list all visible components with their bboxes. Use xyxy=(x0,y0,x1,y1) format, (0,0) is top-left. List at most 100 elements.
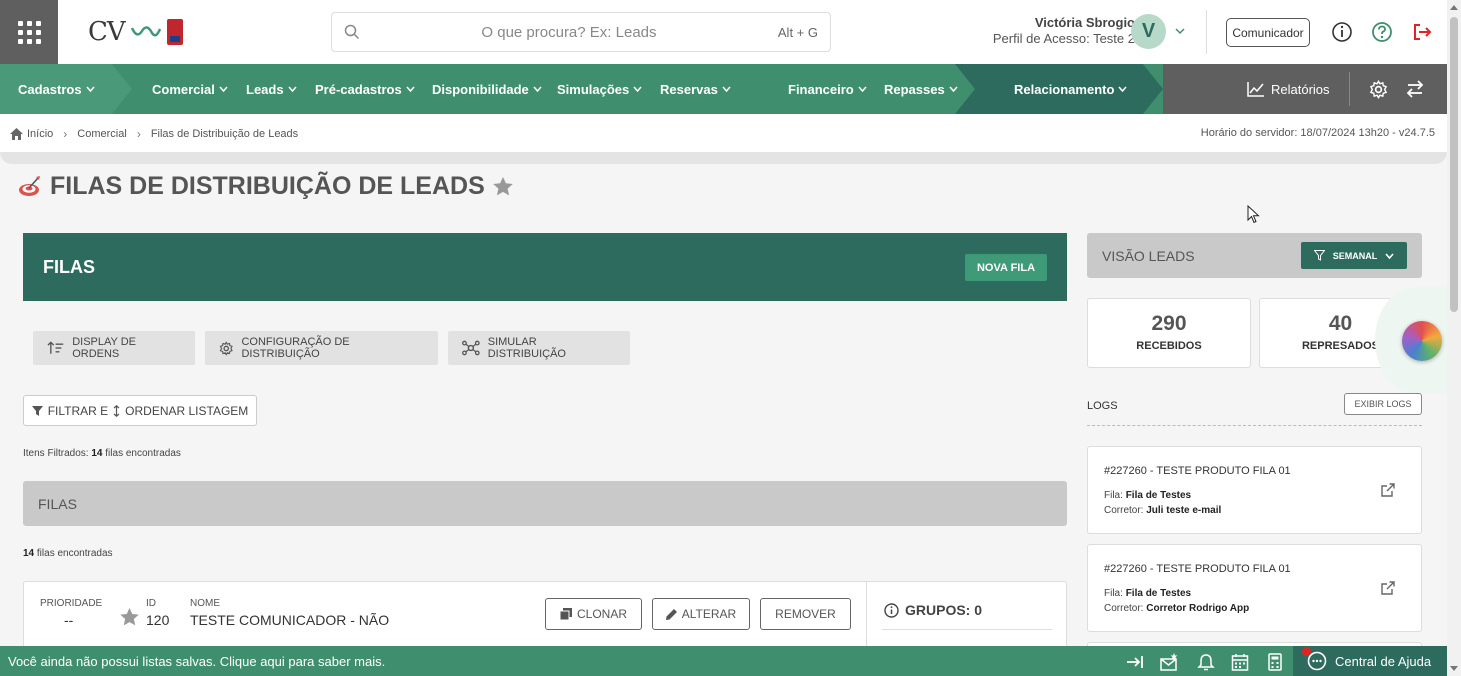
pencil-icon xyxy=(665,608,677,620)
logo[interactable]: CV xyxy=(88,17,183,47)
user-info[interactable]: Victória Sbrogio Perfil de Acesso: Teste… xyxy=(993,15,1135,47)
search-input[interactable] xyxy=(360,23,778,41)
period-filter-button[interactable]: SEMANAL xyxy=(1301,242,1407,269)
calendar-icon[interactable] xyxy=(1231,653,1249,671)
edit-button[interactable]: ALTERAR xyxy=(652,598,750,630)
calculator-icon[interactable] xyxy=(1266,653,1284,671)
avatar[interactable]: V xyxy=(1131,14,1166,49)
nav-item-simulacoes[interactable]: Simulações xyxy=(557,64,642,114)
header-divider xyxy=(1206,10,1207,54)
received-stat[interactable]: 290 RECEBIDOS xyxy=(1087,298,1251,368)
chevron-down-icon[interactable] xyxy=(1174,25,1186,37)
received-value: 290 xyxy=(1151,312,1187,335)
external-link-icon[interactable] xyxy=(1381,581,1395,595)
star-icon[interactable] xyxy=(120,608,139,626)
distribution-config-button[interactable]: CONFIGURAÇÃO DE DISTRIBUIÇÃO xyxy=(205,331,438,365)
gear-icon xyxy=(219,340,233,356)
show-logs-button[interactable]: EXIBIR LOGS xyxy=(1344,393,1422,415)
page-scrollbar[interactable] xyxy=(1447,0,1461,676)
page-heading: FILAS DE DISTRIBUIÇÃO DE LEADS xyxy=(50,172,485,200)
visao-leads-header: VISÃO LEADS SEMANAL xyxy=(1087,233,1422,278)
filtered-items-info: Itens Filtrados: 14 filas encontradas xyxy=(23,448,181,459)
remove-button[interactable]: REMOVER xyxy=(760,598,851,630)
help-icon[interactable] xyxy=(1371,21,1393,43)
comunicador-button[interactable]: Comunicador xyxy=(1226,18,1310,47)
footer-bar: Você ainda não possui listas salvas. Cli… xyxy=(0,646,1447,676)
scroll-up-arrow-icon[interactable] xyxy=(1450,5,1458,10)
log-corretor: Corretor: Juli teste e-mail xyxy=(1104,505,1222,516)
nav-item-comercial[interactable]: Comercial xyxy=(152,64,228,114)
award-badge-icon xyxy=(166,19,183,45)
nav-item-pre-cadastros[interactable]: Pré-cadastros xyxy=(315,64,415,114)
queue-card: PRIORIDADE -- ID 120 NOME TESTE COMUNICA… xyxy=(23,581,1067,652)
breadcrumb-comercial[interactable]: Comercial xyxy=(77,128,127,140)
nav-item-leads[interactable]: Leads xyxy=(246,64,297,114)
scroll-thumb[interactable] xyxy=(1450,17,1458,312)
id-value: 120 xyxy=(146,612,170,628)
info-icon xyxy=(884,602,899,618)
help-center-button[interactable]: Central de Ajuda xyxy=(1293,646,1447,676)
saved-lists-message[interactable]: Você ainda não possui listas salvas. Cli… xyxy=(8,654,385,669)
log-title: #227260 - TESTE PRODUTO FILA 01 xyxy=(1104,563,1291,575)
name-label: NOME xyxy=(190,598,220,609)
logo-wave-icon xyxy=(130,26,161,37)
chevron-right-icon: › xyxy=(63,127,68,141)
log-fila: Fila: Fila de Testes xyxy=(1104,490,1192,501)
filas-section-header: FILAS xyxy=(23,481,1067,526)
priority-value: -- xyxy=(64,612,74,628)
chevron-down-icon xyxy=(858,86,867,92)
simulate-distribution-button[interactable]: SIMULAR DISTRIBUIÇÃO xyxy=(448,331,630,365)
gear-icon[interactable] xyxy=(1369,80,1388,99)
logs-divider xyxy=(1087,425,1422,426)
page-title: FILAS DE DISTRIBUIÇÃO DE LEADS xyxy=(18,172,513,201)
new-queue-button[interactable]: NOVA FILA xyxy=(965,254,1047,281)
sort-order-icon xyxy=(47,341,64,354)
global-search[interactable]: Alt + G xyxy=(331,12,831,52)
nav-item-relacionamento[interactable]: Relacionamento xyxy=(1014,64,1127,114)
arrow-to-line-icon[interactable] xyxy=(1126,653,1144,671)
chevron-down-icon xyxy=(1118,86,1127,92)
info-icon[interactable] xyxy=(1331,21,1353,43)
apps-menu-button[interactable] xyxy=(0,0,58,64)
target-dart-icon xyxy=(19,175,40,196)
swap-arrows-icon[interactable] xyxy=(1406,80,1424,98)
favorite-star-icon[interactable] xyxy=(492,177,513,196)
nav-item-cadastros[interactable]: Cadastros xyxy=(18,64,95,114)
notification-dot xyxy=(1302,647,1311,656)
search-icon xyxy=(344,24,360,40)
chevron-down-icon xyxy=(722,86,731,92)
nav-item-financeiro[interactable]: Financeiro xyxy=(788,64,867,114)
chevron-down-icon xyxy=(533,86,542,92)
external-link-icon[interactable] xyxy=(1381,483,1395,497)
groups-divider xyxy=(882,629,1052,630)
bell-icon[interactable] xyxy=(1197,653,1215,671)
chevron-down-icon xyxy=(86,86,95,92)
line-chart-icon xyxy=(1247,82,1264,97)
received-label: RECEBIDOS xyxy=(1136,340,1202,352)
mail-star-icon[interactable] xyxy=(1160,653,1178,671)
user-profile: Perfil de Acesso: Teste 2 xyxy=(992,31,1135,46)
assistant-orb-icon[interactable] xyxy=(1402,321,1442,361)
nav-item-repasses[interactable]: Repasses xyxy=(884,64,958,114)
filter-icon xyxy=(1313,250,1325,261)
clone-button[interactable]: CLONAR xyxy=(545,598,642,630)
user-name: Victória Sbrogio xyxy=(1034,15,1135,30)
apps-grid-icon xyxy=(17,20,41,44)
log-entry: #227260 - TESTE PRODUTO FILA 01 Fila: Fi… xyxy=(1087,446,1422,534)
nav-item-relatorios[interactable]: Relatórios xyxy=(1247,64,1330,114)
chevron-down-icon xyxy=(949,86,958,92)
network-icon xyxy=(462,340,480,356)
logout-icon[interactable] xyxy=(1411,21,1433,43)
home-icon xyxy=(10,128,23,140)
logs-title: LOGS xyxy=(1087,400,1118,412)
display-orders-button[interactable]: DISPLAY DE ORDENS xyxy=(33,331,195,365)
nav-item-disponibilidade[interactable]: Disponibilidade xyxy=(432,64,542,114)
filter-sort-button[interactable]: FILTRAR E ORDENAR LISTAGEM xyxy=(23,395,257,426)
nav-item-reservas[interactable]: Reservas xyxy=(660,64,731,114)
groups-info: GRUPOS: 0 xyxy=(884,602,982,618)
scroll-down-arrow-icon[interactable] xyxy=(1450,666,1458,671)
id-label: ID xyxy=(146,598,156,609)
log-title: #227260 - TESTE PRODUTO FILA 01 xyxy=(1104,465,1291,477)
chevron-down-icon xyxy=(406,86,415,92)
breadcrumb-inicio[interactable]: Início xyxy=(27,128,53,140)
